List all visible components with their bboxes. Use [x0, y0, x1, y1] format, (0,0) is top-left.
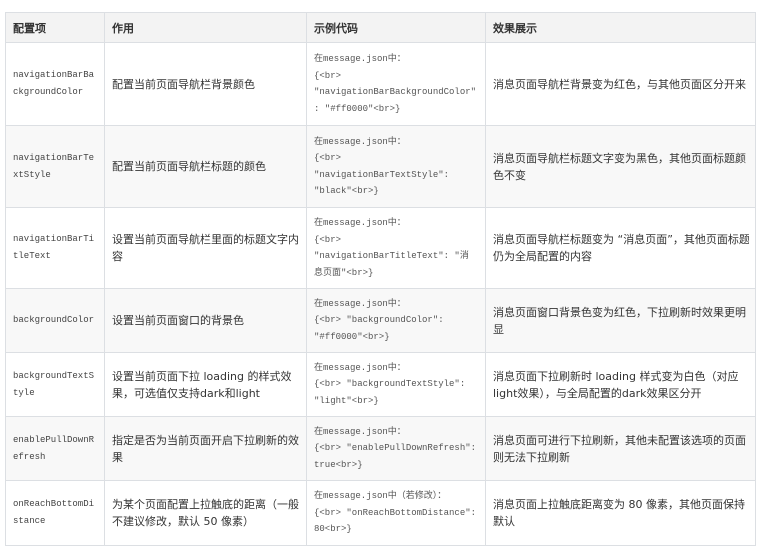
code-line: {<br>	[314, 234, 342, 245]
option-cell: navigationBarTextStyle	[5, 125, 105, 208]
purpose-line: 配置当前页面导航栏背景颜色	[112, 77, 255, 91]
option-name: enablePullDownRefresh	[13, 434, 95, 462]
purpose-line: 不建议修改，默认 50 像素）	[112, 515, 254, 528]
example-code-cell: 在message.json中（若修改）： {<br> "onReachBottom…	[306, 480, 486, 546]
purpose-line: 设置当前页面导航栏里面的标题文字内	[112, 233, 299, 246]
table-body: navigationBarBackgroundColor 配置当前页面导航栏背景颜…	[5, 42, 756, 546]
option-cell: backgroundTextStyle	[5, 352, 105, 417]
purpose-cell: 设置当前页面下拉 loading 的样式效 果，可选值仅支持dark和light	[104, 352, 307, 417]
table-row: navigationBarBackgroundColor 配置当前页面导航栏背景颜…	[5, 42, 756, 126]
code-line: "navigationBarTextStyle":	[314, 169, 450, 180]
option-name: backgroundColor	[13, 315, 95, 325]
purpose-cell: 配置当前页面导航栏标题的颜色	[104, 125, 307, 208]
purpose-cell: 设置当前页面导航栏里面的标题文字内容	[104, 207, 307, 289]
code-line: "#ff0000"<br>}	[314, 331, 390, 342]
code-line: 息页面"<br>}	[314, 267, 374, 278]
purpose-line: 指定是否为当前页面开启下拉刷新的效	[112, 433, 299, 447]
code-line: {<br>	[314, 153, 342, 163]
purpose-cell: 设置当前页面窗口的背景色	[104, 288, 307, 353]
effect-line: 消息页面窗口背景色变为红色，下拉刷新时效果更明	[493, 305, 746, 319]
effect-cell: 消息页面导航栏背景变为红色，与其他页面区分开来	[485, 42, 756, 126]
code-line: {<br> "onReachBottomDistance":	[314, 507, 477, 518]
code-line: "black"<br>}	[314, 186, 379, 196]
option-cell: navigationBarTitleText	[5, 207, 105, 289]
example-code-cell: 在message.json中： {<br> "enablePullDownRefr…	[306, 416, 486, 481]
purpose-line: 果，可选值仅支持dark和light	[112, 386, 260, 400]
code-line: {<br>	[314, 70, 342, 81]
code-line: : "#ff0000"<br>}	[314, 103, 401, 114]
header-effect: 效果展示	[485, 12, 756, 43]
header-option: 配置项	[5, 12, 105, 43]
code-line: {<br> "enablePullDownRefresh":	[314, 443, 477, 454]
code-line: 在message.json中：	[314, 298, 406, 309]
effect-line: 消息页面导航栏标题变为 “消息页面”，其他页面标题	[493, 233, 749, 246]
purpose-line: 设置当前页面下拉 loading 的样式效	[112, 369, 292, 383]
option-cell: enablePullDownRefresh	[5, 416, 105, 481]
table-row: navigationBarTitleText 设置当前页面导航栏里面的标题文字内容…	[5, 207, 756, 289]
purpose-line: 配置当前页面导航栏标题的颜色	[112, 160, 266, 173]
purpose-line: 设置当前页面窗口的背景色	[112, 314, 244, 327]
code-line: 在message.json中：	[314, 426, 406, 437]
effect-line: 消息页面上拉触底距离变为 80 像素，其他页面保持	[493, 498, 745, 511]
effect-cell: 消息页面窗口背景色变为红色，下拉刷新时效果更明显	[485, 288, 756, 353]
effect-line: 显	[493, 322, 504, 336]
code-line: "light"<br>}	[314, 395, 379, 406]
table-row: backgroundTextStyle 设置当前页面下拉 loading 的样式效…	[5, 352, 756, 417]
code-line: 在message.json中：	[314, 362, 406, 373]
option-name: onReachBottomDistance	[13, 499, 95, 526]
header-row: 配置项 作用 示例代码 效果展示	[5, 12, 756, 43]
purpose-line: 容	[112, 250, 123, 263]
code-line: true<br>}	[314, 459, 363, 470]
config-table: 配置项 作用 示例代码 效果展示 navigationBarBackground…	[5, 12, 756, 546]
code-line: 在message.json中：	[314, 136, 406, 147]
table-row: onReachBottomDistance 为某个页面配置上拉触底的距离（一般 不建…	[5, 480, 756, 546]
code-line: 80<br>}	[314, 524, 352, 535]
purpose-cell: 配置当前页面导航栏背景颜色	[104, 42, 307, 126]
effect-line: 消息页面可进行下拉刷新，其他未配置该选项的页面	[493, 433, 746, 447]
header-purpose: 作用	[104, 12, 307, 43]
effect-cell: 消息页面可进行下拉刷新，其他未配置该选项的页面 则无法下拉刷新	[485, 416, 756, 481]
example-code-cell: 在message.json中： {<br> "navigationBarTitleT…	[306, 207, 486, 289]
option-name: backgroundTextStyle	[13, 370, 95, 398]
effect-line: 则无法下拉刷新	[493, 450, 570, 464]
code-line: "navigationBarBackgroundColor"	[314, 87, 477, 97]
effect-line: 色不变	[493, 168, 526, 182]
option-name: navigationBarTextStyle	[13, 152, 95, 180]
effect-line: 消息页面导航栏背景变为红色，与其他页面区分开来	[493, 77, 746, 91]
table-header: 配置项 作用 示例代码 效果展示	[5, 12, 756, 43]
code-line: 在message.json中：	[314, 54, 406, 64]
table-row: navigationBarTextStyle 配置当前页面导航栏标题的颜色 在mes…	[5, 125, 756, 208]
effect-cell: 消息页面导航栏标题文字变为黑色，其他页面标题颜 色不变	[485, 125, 756, 208]
code-line: 在message.json中（若修改）：	[314, 491, 447, 502]
effect-line: 仍为全局配置的内容	[493, 250, 592, 263]
effect-line: 默认	[493, 515, 515, 528]
effect-cell: 消息页面下拉刷新时 loading 样式变为白色（对应 light效果），与全局配…	[485, 352, 756, 417]
purpose-line: 为某个页面配置上拉触底的距离（一般	[112, 498, 299, 511]
purpose-cell: 为某个页面配置上拉触底的距离（一般 不建议修改，默认 50 像素）	[104, 480, 307, 546]
purpose-cell: 指定是否为当前页面开启下拉刷新的效果	[104, 416, 307, 481]
option-name: navigationBarTitleText	[13, 234, 95, 261]
example-code-cell: 在message.json中： {<br> "navigationBarBackgr…	[306, 42, 486, 126]
option-cell: onReachBottomDistance	[5, 480, 105, 546]
example-code-cell: 在message.json中： {<br> "backgroundColor": "…	[306, 288, 486, 353]
effect-line: light效果），与全局配置的dark效果区分开	[493, 386, 702, 400]
purpose-line: 果	[112, 450, 123, 464]
option-name: navigationBarBackgroundColor	[13, 70, 95, 97]
option-cell: backgroundColor	[5, 288, 105, 353]
example-code-cell: 在message.json中： {<br> "navigationBarTextSt…	[306, 125, 486, 208]
effect-cell: 消息页面上拉触底距离变为 80 像素，其他页面保持 默认	[485, 480, 756, 546]
effect-line: 消息页面导航栏标题文字变为黑色，其他页面标题颜	[493, 151, 746, 165]
header-example-code: 示例代码	[306, 12, 486, 43]
option-cell: navigationBarBackgroundColor	[5, 42, 105, 126]
effect-cell: 消息页面导航栏标题变为 “消息页面”，其他页面标题 仍为全局配置的内容	[485, 207, 756, 289]
table-row: backgroundColor 设置当前页面窗口的背景色 在message.json…	[5, 288, 756, 353]
code-line: {<br> "backgroundColor":	[314, 315, 444, 326]
code-line: 在message.json中：	[314, 218, 406, 228]
code-line: "navigationBarTitleText": "消	[314, 251, 469, 261]
table-row: enablePullDownRefresh 指定是否为当前页面开启下拉刷新的效果在…	[5, 416, 756, 481]
example-code-cell: 在message.json中： {<br> "backgroundTextStyl…	[306, 352, 486, 417]
effect-line: 消息页面下拉刷新时 loading 样式变为白色（对应	[493, 369, 739, 383]
code-line: {<br> "backgroundTextStyle":	[314, 379, 466, 390]
